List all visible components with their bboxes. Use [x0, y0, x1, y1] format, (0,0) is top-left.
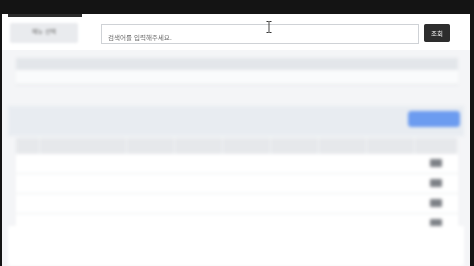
row-action-button[interactable] [429, 178, 442, 187]
summary-header [16, 58, 458, 70]
summary-row [16, 70, 458, 85]
summary-header-cell [90, 58, 164, 70]
row-number [16, 173, 40, 194]
summary-cell [384, 70, 458, 84]
summary-header-cell [16, 58, 90, 70]
col-header [366, 138, 415, 154]
app-window: 메뉴 선택 조회 [2, 14, 470, 266]
summary-cell [311, 70, 385, 84]
row-code [126, 193, 175, 214]
row-name-link[interactable] [39, 154, 127, 174]
row-cell [222, 154, 271, 174]
row-number [16, 154, 40, 174]
row-name-link[interactable] [39, 173, 127, 194]
blurred-content [2, 50, 470, 266]
menu-button[interactable]: 메뉴 선택 [10, 23, 78, 43]
col-header [270, 138, 319, 154]
col-header [174, 138, 223, 154]
row-code [126, 154, 175, 174]
row-cell [222, 193, 271, 214]
col-header [126, 138, 175, 154]
summary-header-cell [311, 58, 385, 70]
row-cell [366, 193, 415, 214]
summary-header-cell [237, 58, 311, 70]
search-field[interactable] [101, 24, 419, 47]
summary-cell [90, 70, 164, 84]
empty-panel [8, 226, 464, 266]
summary-header-cell [163, 58, 237, 70]
row-cell [174, 154, 223, 174]
row-cell [318, 193, 367, 214]
data-table [16, 138, 459, 234]
row-cell [366, 173, 415, 194]
row-cell [174, 173, 223, 194]
row-action-button[interactable] [429, 158, 442, 167]
search-button[interactable]: 조회 [424, 24, 450, 42]
row-cell [270, 193, 319, 214]
row-number [16, 193, 40, 214]
row-action-cell [414, 173, 458, 194]
row-name-link[interactable] [39, 193, 127, 214]
col-header [39, 138, 127, 154]
row-action-cell [414, 154, 458, 174]
col-header [414, 138, 459, 154]
table-header-row [16, 138, 459, 154]
top-bar: 메뉴 선택 조회 [2, 14, 470, 50]
row-cell [366, 154, 415, 174]
active-tab-indicator [8, 14, 82, 17]
row-cell [270, 173, 319, 194]
text-cursor-icon [266, 21, 272, 33]
summary-cell [16, 70, 90, 84]
row-cell [270, 154, 319, 174]
section-header [8, 106, 464, 136]
table-row [16, 173, 458, 194]
col-header [222, 138, 271, 154]
summary-header-cell [384, 58, 458, 70]
search-input[interactable] [102, 29, 418, 47]
row-cell [174, 193, 223, 214]
row-action-button[interactable] [429, 198, 442, 207]
row-cell [222, 173, 271, 194]
row-cell [318, 173, 367, 194]
table-row [16, 193, 458, 214]
table-row [16, 154, 458, 174]
col-header [16, 138, 40, 154]
row-code [126, 173, 175, 194]
summary-cell [163, 70, 237, 84]
summary-cell [237, 70, 311, 84]
row-cell [318, 154, 367, 174]
row-action-cell [414, 193, 458, 214]
primary-action-button[interactable] [408, 111, 460, 127]
col-header [318, 138, 367, 154]
